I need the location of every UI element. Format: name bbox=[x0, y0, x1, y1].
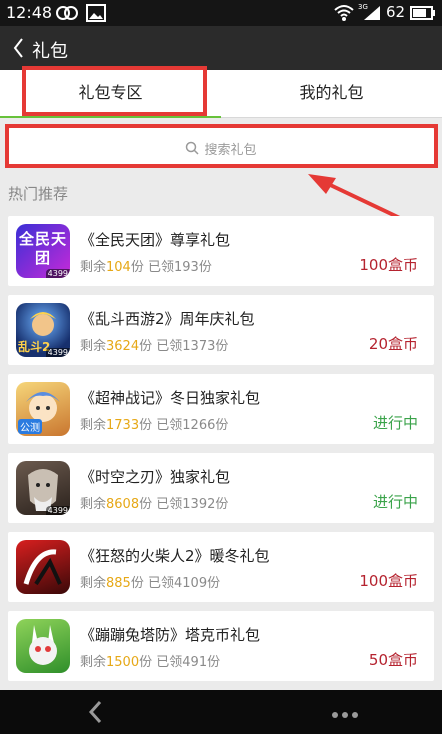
gift-name: 《蹦蹦兔塔防》塔克币礼包 bbox=[80, 626, 261, 644]
gift-item[interactable]: 《狂怒的火柴人2》暖冬礼包 剩余885份 已领4109份 100盒币 bbox=[8, 532, 434, 602]
section-title: 热门推荐 bbox=[8, 185, 69, 203]
gift-name: 《全民天团》尊享礼包 bbox=[80, 231, 231, 249]
gift-item[interactable]: 4399 《时空之刃》独家礼包 剩余8608份 已领1392份 进行中 bbox=[8, 453, 434, 523]
nav-back-icon bbox=[88, 700, 102, 724]
game-icon-text: 全民天团 bbox=[18, 230, 67, 267]
publisher-badge: 4399 bbox=[45, 348, 70, 357]
signal-label: 3G bbox=[358, 3, 368, 11]
gift-item[interactable]: 公测 《超神战记》冬日独家礼包 剩余1733份 已领1266份 进行中 bbox=[8, 374, 434, 444]
gift-status: 进行中 bbox=[372, 493, 418, 511]
highlight-box-search bbox=[5, 124, 438, 168]
nav-more-button[interactable] bbox=[330, 706, 360, 718]
game-icon: 乱斗2 4399 bbox=[16, 303, 70, 357]
system-nav-bar bbox=[0, 690, 442, 734]
game-icon: 全民天团 4399 bbox=[16, 224, 70, 278]
gift-stats: 剩余3624份 已领1373份 bbox=[80, 339, 229, 354]
more-dots-icon bbox=[332, 712, 358, 718]
gift-stats: 剩余104份 已领193份 bbox=[80, 260, 212, 275]
nav-back-button[interactable] bbox=[84, 698, 108, 726]
page-title: 礼包 bbox=[32, 41, 68, 62]
highlight-box-tab bbox=[22, 66, 207, 116]
game-icon bbox=[16, 540, 70, 594]
back-button[interactable] bbox=[10, 35, 28, 61]
game-icon: 4399 bbox=[16, 461, 70, 515]
gift-stats: 剩余8608份 已领1392份 bbox=[80, 497, 229, 512]
gift-price: 20盒币 bbox=[368, 335, 418, 353]
battery-icon bbox=[410, 5, 436, 25]
gift-price: 100盒币 bbox=[359, 256, 418, 274]
cell-signal-icon: 3G bbox=[358, 2, 382, 26]
gift-price: 100盒币 bbox=[359, 572, 418, 590]
image-icon bbox=[86, 4, 106, 26]
title-bar: 礼包 bbox=[0, 26, 442, 70]
gift-item[interactable]: 《蹦蹦兔塔防》塔克币礼包 剩余1500份 已领491份 50盒币 bbox=[8, 611, 434, 681]
gift-item[interactable]: 乱斗2 4399 《乱斗西游2》周年庆礼包 剩余3624份 已领1373份 20… bbox=[8, 295, 434, 365]
game-icon bbox=[16, 619, 70, 673]
status-time: 12:48 bbox=[6, 3, 53, 22]
gift-price: 50盒币 bbox=[368, 651, 418, 669]
battery-level: 62 bbox=[386, 3, 406, 21]
link-icon bbox=[56, 4, 78, 26]
chevron-left-icon bbox=[13, 38, 23, 58]
gift-stats: 剩余1733份 已领1266份 bbox=[80, 418, 229, 433]
wifi-icon bbox=[334, 4, 354, 26]
gift-name: 《时空之刃》独家礼包 bbox=[80, 468, 231, 486]
gift-name: 《超神战记》冬日独家礼包 bbox=[80, 389, 261, 407]
gift-name: 《狂怒的火柴人2》暖冬礼包 bbox=[80, 547, 270, 565]
publisher-badge: 4399 bbox=[45, 269, 70, 278]
publisher-badge: 4399 bbox=[45, 506, 70, 515]
game-icon: 公测 bbox=[16, 382, 70, 436]
gift-name: 《乱斗西游2》周年庆礼包 bbox=[80, 310, 255, 328]
game-icon-text: 公测 bbox=[18, 419, 42, 434]
gift-stats: 剩余1500份 已领491份 bbox=[80, 655, 221, 670]
gift-status: 进行中 bbox=[372, 414, 418, 432]
gift-item[interactable]: 全民天团 4399 《全民天团》尊享礼包 剩余104份 已领193份 100盒币 bbox=[8, 216, 434, 286]
status-bar: 12:48 3G 62 bbox=[0, 0, 442, 26]
gift-stats: 剩余885份 已领4109份 bbox=[80, 576, 221, 591]
tab-my-gifts[interactable]: 我的礼包 bbox=[221, 70, 442, 118]
